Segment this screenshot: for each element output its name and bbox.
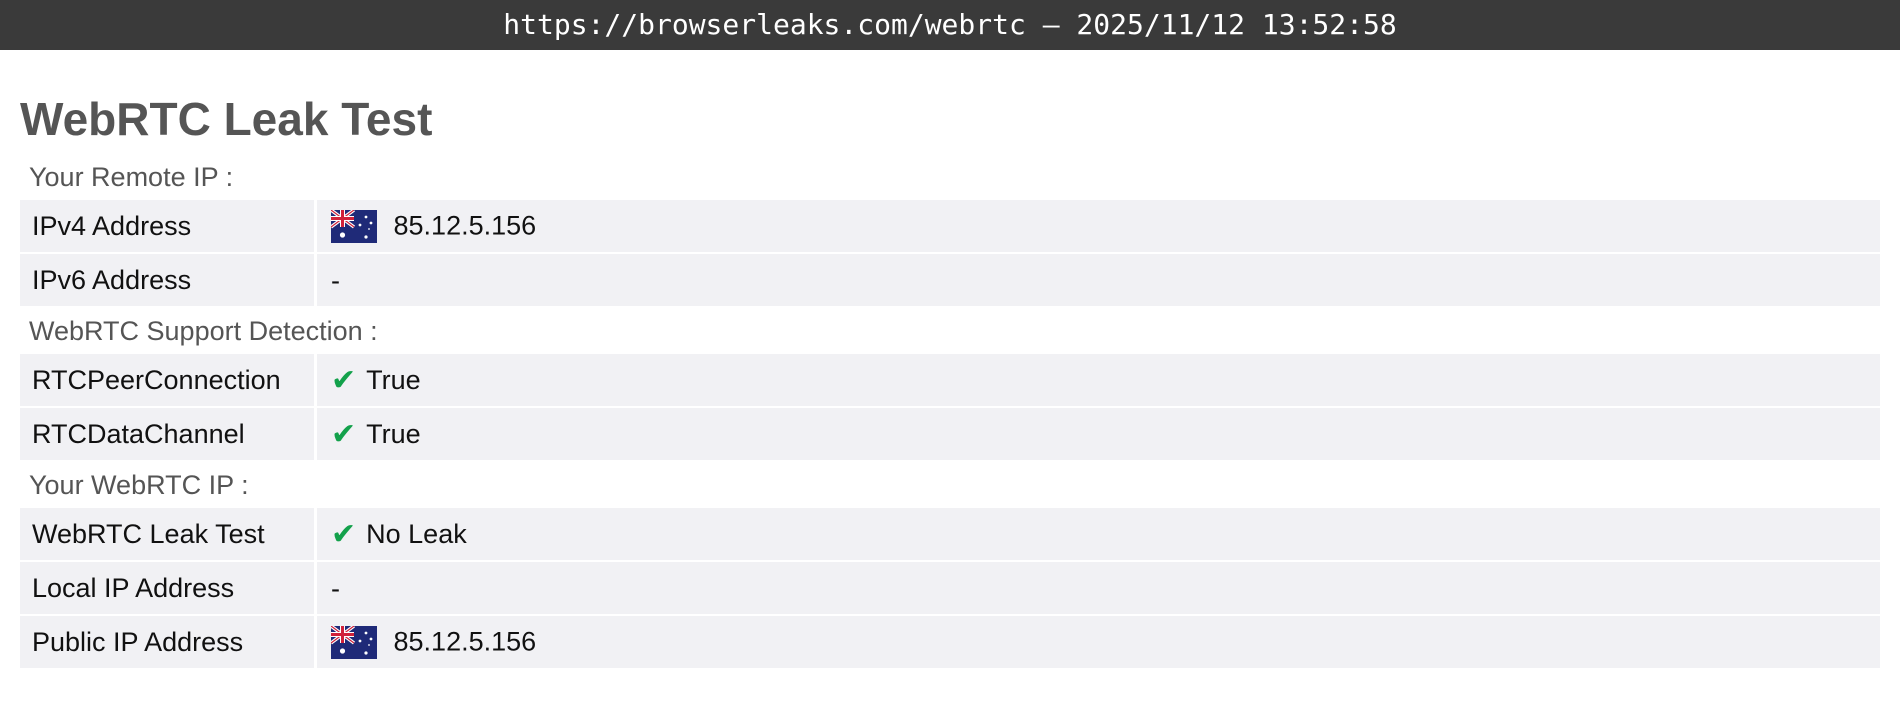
check-icon: ✔ (331, 363, 357, 397)
row-key-local-ip: Local IP Address (20, 562, 317, 616)
table-row: RTCDataChannel ✔ True (20, 408, 1880, 462)
main-content: WebRTC Leak Test Your Remote IP : IPv4 A… (0, 50, 1900, 670)
table-row: Local IP Address - (20, 562, 1880, 616)
support-detection-table: RTCPeerConnection ✔ True RTCDataChannel ✔… (20, 354, 1880, 462)
section-label-remote-ip: Your Remote IP : (29, 162, 234, 192)
section-label-support-detection: WebRTC Support Detection : (29, 316, 378, 346)
table-row: RTCPeerConnection ✔ True (20, 354, 1880, 408)
row-value-ipv6: - (317, 254, 1880, 308)
row-key-peer-connection: RTCPeerConnection (20, 354, 317, 408)
row-value-leak-test: ✔ No Leak (317, 508, 1880, 562)
table-row: IPv4 Address 85.12.5.156 (20, 200, 1880, 254)
australia-flag-icon (331, 209, 377, 243)
row-key-leak-test: WebRTC Leak Test (20, 508, 317, 562)
ipv4-address-value: 85.12.5.156 (393, 210, 537, 241)
data-channel-value: True (366, 418, 421, 449)
peer-connection-value: True (366, 364, 421, 395)
page-title: WebRTC Leak Test (20, 93, 433, 145)
table-row: WebRTC Leak Test ✔ No Leak (20, 508, 1880, 562)
row-value-public-ip: 85.12.5.156 (317, 616, 1880, 670)
check-icon: ✔ (331, 417, 357, 451)
row-key-ipv4: IPv4 Address (20, 200, 317, 254)
row-key-data-channel: RTCDataChannel (20, 408, 317, 462)
row-value-local-ip: - (317, 562, 1880, 616)
leak-test-value: No Leak (366, 518, 467, 549)
row-key-ipv6: IPv6 Address (20, 254, 317, 308)
webrtc-ip-table: WebRTC Leak Test ✔ No Leak Local IP Addre… (20, 508, 1880, 670)
row-key-public-ip: Public IP Address (20, 616, 317, 670)
ipv6-address-value: - (331, 265, 340, 296)
address-bar: https://browserleaks.com/webrtc – 2025/1… (0, 0, 1900, 50)
australia-flag-icon (331, 625, 377, 659)
section-label-webrtc-ip: Your WebRTC IP : (29, 470, 249, 500)
row-value-peer-connection: ✔ True (317, 354, 1880, 408)
url-timestamp: https://browserleaks.com/webrtc – 2025/1… (503, 8, 1397, 41)
table-row: IPv6 Address - (20, 254, 1880, 308)
public-ip-value: 85.12.5.156 (393, 626, 537, 657)
row-value-data-channel: ✔ True (317, 408, 1880, 462)
remote-ip-table: IPv4 Address 85.12.5.156 IPv6 Address - (20, 200, 1880, 308)
local-ip-value: - (331, 573, 340, 604)
table-row: Public IP Address 85.12.5.156 (20, 616, 1880, 670)
check-icon: ✔ (331, 517, 357, 551)
row-value-ipv4: 85.12.5.156 (317, 200, 1880, 254)
